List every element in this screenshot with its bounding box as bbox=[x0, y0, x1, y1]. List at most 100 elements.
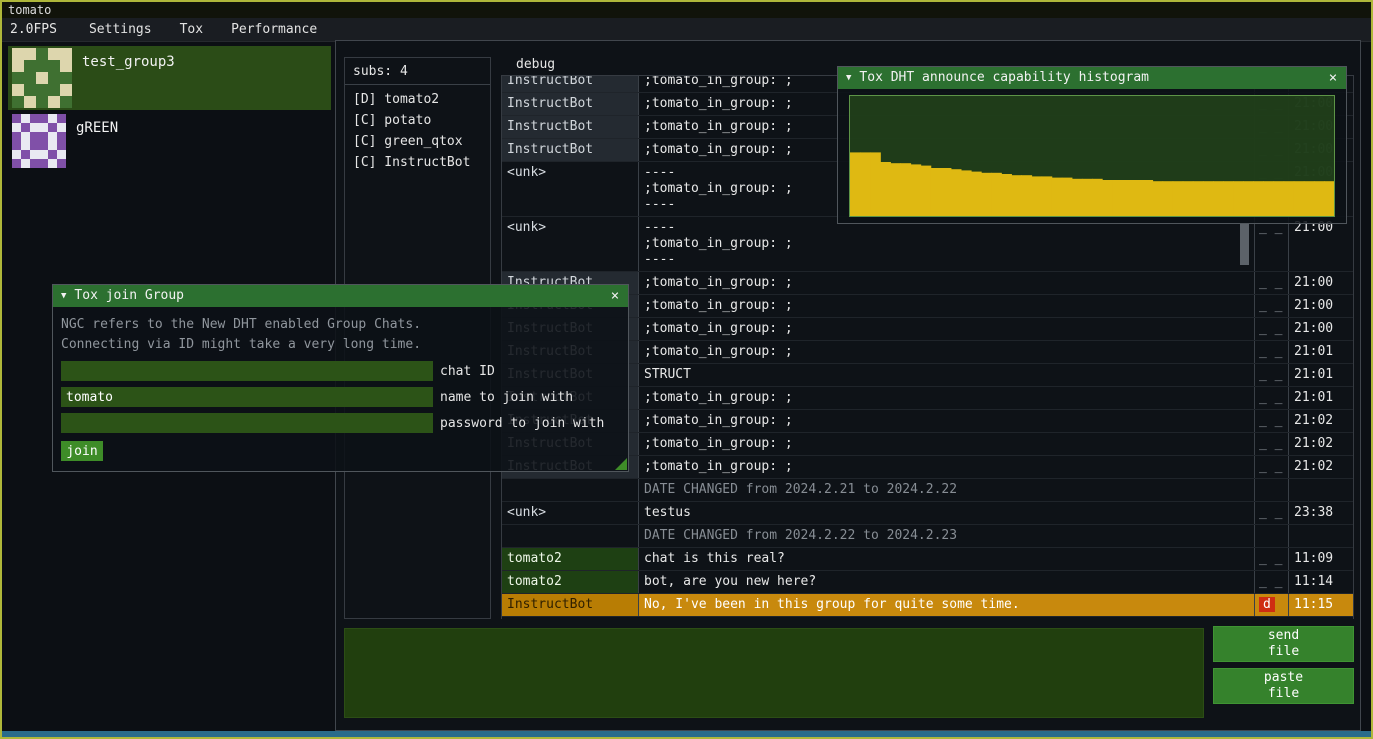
message-time: 21:00 bbox=[1289, 272, 1353, 294]
sender-name: <unk> bbox=[502, 162, 639, 216]
collapse-arrow-icon[interactable]: ▼ bbox=[61, 291, 66, 301]
join-field-row: chat ID bbox=[61, 361, 620, 381]
message-flags: _ _ bbox=[1255, 433, 1289, 455]
group-name: gREEN bbox=[76, 120, 118, 136]
collapse-arrow-icon[interactable]: ▼ bbox=[846, 73, 851, 83]
message-flags: _ _ bbox=[1255, 456, 1289, 478]
send-file-button[interactable]: send file bbox=[1213, 626, 1354, 662]
message-text: STRUCT bbox=[639, 364, 1255, 386]
sender-name: <unk> bbox=[502, 217, 639, 271]
group-sidebar: test_group3 gREEN bbox=[4, 44, 335, 178]
message-flags: _ _ bbox=[1255, 295, 1289, 317]
chat-message-row[interactable]: InstructBot;tomato_in_group: ;_ _21:02 bbox=[502, 410, 1353, 433]
join-info-line: NGC refers to the New DHT enabled Group … bbox=[61, 315, 620, 335]
join-field-label: password to join with bbox=[440, 416, 604, 431]
group-item-test_group3[interactable]: test_group3 bbox=[8, 46, 331, 110]
chat-message-row[interactable]: <unk>----;tomato_in_group: ;----_ _21:00 bbox=[502, 217, 1353, 272]
message-text: ;tomato_in_group: ; bbox=[639, 410, 1255, 432]
message-time: 21:01 bbox=[1289, 341, 1353, 363]
message-flags: _ _ bbox=[1255, 387, 1289, 409]
chat-message-row[interactable]: tomato2chat is this real?_ _11:09 bbox=[502, 548, 1353, 571]
message-text: ;tomato_in_group: ; bbox=[639, 295, 1255, 317]
member-item[interactable]: [C] potato bbox=[345, 110, 490, 131]
message-text: No, I've been in this group for quite so… bbox=[639, 594, 1255, 616]
chat-message-row[interactable]: <unk>testus_ _23:38 bbox=[502, 502, 1353, 525]
sender-name: InstructBot bbox=[502, 75, 639, 92]
group-item-gREEN[interactable]: gREEN bbox=[8, 112, 331, 176]
sender-name: tomato2 bbox=[502, 548, 639, 570]
group-avatar-icon bbox=[12, 48, 72, 108]
message-input[interactable] bbox=[344, 628, 1204, 718]
sender-name: InstructBot bbox=[502, 116, 639, 138]
group-avatar-icon bbox=[12, 114, 66, 168]
chat-message-row[interactable]: InstructBot;tomato_in_group: ;_ _21:00 bbox=[502, 272, 1353, 295]
message-time: 21:01 bbox=[1289, 364, 1353, 386]
sender-name bbox=[502, 479, 639, 501]
join-group-titlebar[interactable]: ▼ Tox join Group × bbox=[53, 285, 628, 307]
scrollbar-thumb[interactable] bbox=[1240, 224, 1249, 265]
fps-counter: 2.0FPS bbox=[10, 22, 57, 37]
member-item[interactable]: [C] InstructBot bbox=[345, 152, 490, 173]
message-flags: _ _ bbox=[1255, 272, 1289, 294]
histogram-titlebar[interactable]: ▼ Tox DHT announce capability histogram × bbox=[838, 67, 1346, 89]
members-count: subs: 4 bbox=[345, 58, 490, 82]
menu-performance[interactable]: Performance bbox=[217, 18, 331, 42]
window-title: tomato bbox=[8, 3, 51, 17]
resize-grip-icon[interactable] bbox=[615, 458, 627, 470]
message-time: 21:02 bbox=[1289, 456, 1353, 478]
sender-name: InstructBot bbox=[502, 594, 639, 616]
histogram-title: Tox DHT announce capability histogram bbox=[859, 70, 1149, 85]
menu-settings[interactable]: Settings bbox=[75, 18, 166, 42]
chat-message-row[interactable]: InstructBot;tomato_in_group: ;_ _21:00 bbox=[502, 295, 1353, 318]
chat-message-row[interactable]: InstructBot;tomato_in_group: ;_ _21:00 bbox=[502, 318, 1353, 341]
message-flags: _ _ bbox=[1255, 548, 1289, 570]
message-text: bot, are you new here? bbox=[639, 571, 1255, 593]
join-input-name-to-join-with[interactable] bbox=[61, 387, 433, 407]
menu-bar: 2.0FPS SettingsToxPerformance bbox=[2, 18, 1371, 42]
chat-title[interactable]: debug bbox=[516, 57, 555, 72]
member-item[interactable]: [C] green_qtox bbox=[345, 131, 490, 152]
join-fields: chat ID name to join with password to join… bbox=[61, 361, 620, 433]
sender-name bbox=[502, 525, 639, 547]
join-button[interactable]: join bbox=[61, 441, 103, 461]
message-flags: d bbox=[1255, 594, 1289, 616]
chat-message-row[interactable]: InstructBotNo, I've been in this group f… bbox=[502, 594, 1353, 617]
message-time: 21:00 bbox=[1289, 295, 1353, 317]
message-text: ;tomato_in_group: ; bbox=[639, 387, 1255, 409]
chat-message-row[interactable]: InstructBot;tomato_in_group: ;_ _21:01 bbox=[502, 387, 1353, 410]
message-time: 21:02 bbox=[1289, 433, 1353, 455]
join-group-title: Tox join Group bbox=[74, 288, 184, 303]
chat-message-row[interactable]: InstructBotSTRUCT_ _21:01 bbox=[502, 364, 1353, 387]
histogram-plot[interactable] bbox=[849, 95, 1335, 217]
message-time: 21:01 bbox=[1289, 387, 1353, 409]
message-text: ;tomato_in_group: ; bbox=[639, 433, 1255, 455]
menu-tox[interactable]: Tox bbox=[166, 18, 217, 42]
message-text: chat is this real? bbox=[639, 548, 1255, 570]
chat-message-row[interactable]: InstructBot;tomato_in_group: ;_ _21:02 bbox=[502, 456, 1353, 479]
message-flags: _ _ bbox=[1255, 502, 1289, 524]
paste-file-button[interactable]: paste file bbox=[1213, 668, 1354, 704]
close-icon[interactable]: × bbox=[1324, 67, 1342, 89]
chat-message-row[interactable]: InstructBot;tomato_in_group: ;_ _21:02 bbox=[502, 433, 1353, 456]
message-text: ----;tomato_in_group: ;---- bbox=[639, 217, 1255, 271]
sender-name: InstructBot bbox=[502, 139, 639, 161]
message-text: testus bbox=[639, 502, 1255, 524]
join-input-password-to-join-with[interactable] bbox=[61, 413, 433, 433]
join-info-line: Connecting via ID might take a very long… bbox=[61, 335, 620, 355]
message-text: ;tomato_in_group: ; bbox=[639, 341, 1255, 363]
message-flags: _ _ bbox=[1255, 341, 1289, 363]
close-icon[interactable]: × bbox=[606, 285, 624, 307]
member-item[interactable]: [D] tomato2 bbox=[345, 89, 490, 110]
message-flags: _ _ bbox=[1255, 364, 1289, 386]
app-window: tomato 2.0FPS SettingsToxPerformance test… bbox=[0, 0, 1373, 739]
chat-message-row[interactable]: tomato2bot, are you new here?_ _11:14 bbox=[502, 571, 1353, 594]
window-titlebar[interactable]: tomato bbox=[2, 2, 1371, 18]
window-bottom-border bbox=[2, 731, 1371, 737]
message-text: ;tomato_in_group: ; bbox=[639, 456, 1255, 478]
chat-system-row: DATE CHANGED from 2024.2.21 to 2024.2.22 bbox=[502, 479, 1353, 502]
chat-message-row[interactable]: InstructBot;tomato_in_group: ;_ _21:01 bbox=[502, 341, 1353, 364]
join-input-chat-ID[interactable] bbox=[61, 361, 433, 381]
join-field-row: name to join with bbox=[61, 387, 620, 407]
histogram-window: ▼ Tox DHT announce capability histogram × bbox=[837, 66, 1347, 224]
message-time bbox=[1289, 525, 1353, 547]
